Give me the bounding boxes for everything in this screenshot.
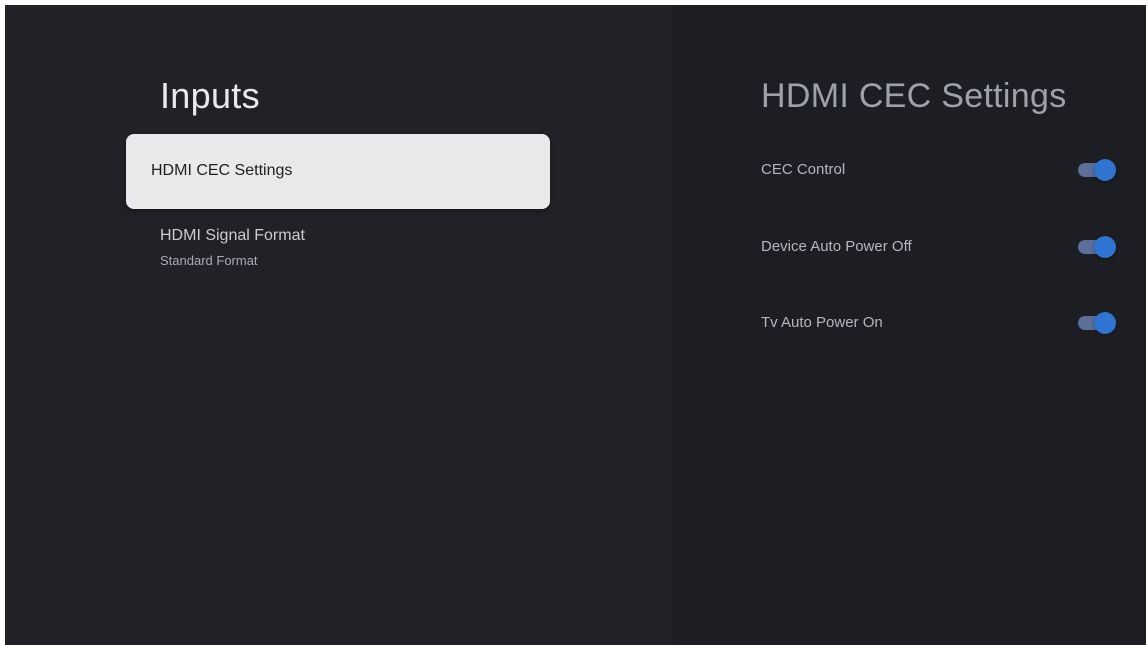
menu-item-label: HDMI Signal Format [160,227,305,244]
switch-thumb [1094,159,1116,181]
device-auto-power-off-switch[interactable] [1078,236,1116,258]
menu-item-label: HDMI CEC Settings [151,161,293,179]
menu-item-sublabel: Standard Format [160,253,258,268]
menu-item-hdmi-cec-settings[interactable]: HDMI CEC Settings [126,134,550,209]
switch-thumb [1094,236,1116,258]
hdmi-cec-settings-panel: HDMI CEC Settings CEC Control Device Aut… [673,5,1146,645]
switch-thumb [1094,312,1116,334]
toggle-row-tv-auto-power-on[interactable]: Tv Auto Power On [761,308,1116,338]
toggle-row-device-auto-power-off[interactable]: Device Auto Power Off [761,232,1116,262]
tv-auto-power-on-switch[interactable] [1078,312,1116,334]
menu-item-hdmi-signal-format[interactable]: HDMI Signal Format Standard Format [126,225,550,285]
cec-control-switch[interactable] [1078,159,1116,181]
toggle-label: CEC Control [761,161,846,178]
panel-title: HDMI CEC Settings [761,77,1067,115]
tv-settings-screen: Inputs HDMI CEC Settings HDMI Signal For… [5,5,1146,645]
toggle-row-cec-control[interactable]: CEC Control [761,155,1116,185]
inputs-panel: Inputs HDMI CEC Settings HDMI Signal For… [5,5,673,645]
panel-title: Inputs [160,75,260,116]
toggle-label: Tv Auto Power On [761,314,883,331]
toggle-label: Device Auto Power Off [761,238,912,255]
